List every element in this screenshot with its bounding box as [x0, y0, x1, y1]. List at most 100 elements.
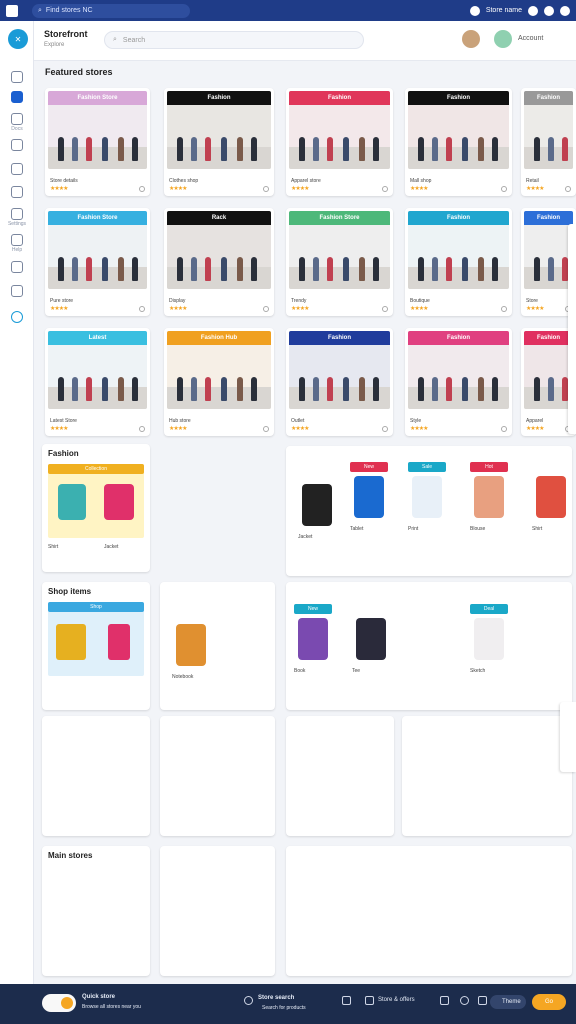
product-tile[interactable]: Deal Sketch	[468, 604, 510, 684]
favorite-icon[interactable]	[263, 186, 269, 192]
store-icon[interactable]	[365, 996, 374, 1005]
product-tile[interactable]: Shirt	[530, 462, 572, 542]
avatar-secondary[interactable]	[494, 30, 512, 48]
brand-logo[interactable]: ✕	[8, 29, 28, 49]
side-edge-scroll[interactable]	[568, 224, 576, 434]
shop-panel-g	[286, 716, 394, 836]
avatar[interactable]	[462, 30, 480, 48]
store-banner: Fashion	[167, 91, 271, 105]
store-card[interactable]: Rack Display ★★★★	[164, 208, 274, 316]
home-icon[interactable]	[11, 71, 23, 83]
lists-icon[interactable]	[11, 139, 23, 151]
shopper-figure	[251, 137, 257, 161]
info-icon[interactable]	[460, 996, 469, 1005]
store-card[interactable]: Fashion Style ★★★★	[405, 328, 512, 436]
product-tile[interactable]: Sale Print	[406, 462, 448, 542]
product-label: Shirt	[532, 526, 543, 532]
favorite-icon[interactable]	[501, 306, 507, 312]
favorite-icon[interactable]	[382, 186, 388, 192]
url-bar[interactable]: ⌕ Find stores NC	[32, 3, 190, 18]
user-icon[interactable]	[560, 5, 570, 16]
favorite-icon[interactable]	[382, 426, 388, 432]
side-edge-panel[interactable]	[560, 702, 576, 772]
store-card[interactable]: Fashion Mall shop ★★★★	[405, 88, 512, 196]
store-card[interactable]: Latest Latest Store ★★★★	[45, 328, 150, 436]
shopper-figure	[72, 137, 78, 161]
account-label[interactable]: Account	[518, 35, 543, 42]
apps-icon[interactable]	[544, 5, 554, 16]
store-card[interactable]: Fashion Store Store details ★★★★	[45, 88, 150, 196]
page-subtitle: Explore	[44, 42, 65, 48]
store-caption: Style	[410, 418, 422, 424]
settings-icon[interactable]	[11, 208, 23, 220]
docs-icon[interactable]	[11, 113, 23, 125]
product-image	[298, 618, 328, 660]
store-card[interactable]: Fashion Store Pure store ★★★★	[45, 208, 150, 316]
grid-icon[interactable]	[342, 996, 351, 1005]
list-icon[interactable]	[11, 234, 23, 246]
mode-toggle[interactable]	[42, 994, 76, 1012]
store-card[interactable]: Fashion Clothes shop ★★★★	[164, 88, 274, 196]
favorite-icon[interactable]	[263, 426, 269, 432]
favorite-icon[interactable]	[139, 306, 145, 312]
app-logo-icon[interactable]	[6, 4, 18, 17]
store-card[interactable]: Fashion Boutique ★★★★	[405, 208, 512, 316]
favorite-icon[interactable]	[382, 306, 388, 312]
shopper-figure	[373, 257, 379, 281]
store-card[interactable]: Fashion Retail ★★★★	[521, 88, 576, 196]
store-card[interactable]: Fashion Store Trendy ★★★★	[286, 208, 393, 316]
store-card[interactable]: Fashion Apparel store ★★★★	[286, 88, 393, 196]
shopper-figure	[132, 377, 138, 401]
bottom-left-sub: Browse all stores near you	[82, 1004, 141, 1010]
favorite-icon[interactable]	[139, 426, 145, 432]
go-button[interactable]: Go	[532, 994, 566, 1010]
product-image	[412, 476, 442, 518]
cloud-icon[interactable]	[11, 285, 23, 297]
favorite-icon[interactable]	[139, 186, 145, 192]
tshirt-icon	[58, 484, 86, 520]
url-text: Find stores NC	[45, 7, 93, 14]
product-tag: Deal	[470, 604, 508, 614]
product-tile[interactable]: New Tablet	[348, 462, 390, 542]
cart-icon[interactable]	[440, 996, 449, 1005]
product-tile[interactable]: Hot Blouse	[468, 462, 510, 542]
product-tile[interactable]: Notebook	[170, 610, 212, 690]
store-icon[interactable]	[469, 5, 480, 16]
bottom-left-title: Quick store	[82, 994, 116, 1000]
shopper-figure	[432, 377, 438, 401]
scan-icon[interactable]	[11, 163, 23, 175]
rating-stars: ★★★★	[169, 306, 187, 312]
bottom-right-text: Store & offers	[378, 997, 415, 1003]
favorite-icon[interactable]	[263, 306, 269, 312]
more-panel-b	[160, 846, 275, 976]
search-input[interactable]: ⌕ Search	[104, 31, 364, 49]
catalog-icon[interactable]	[11, 91, 23, 103]
theme-toggle[interactable]: Theme	[490, 995, 526, 1009]
shopper-figure	[299, 137, 305, 161]
store-caption: Outlet	[291, 418, 305, 424]
settings-icon[interactable]	[478, 996, 487, 1005]
shopper-figure	[118, 137, 124, 161]
search-icon[interactable]	[244, 996, 253, 1005]
bell-icon[interactable]	[528, 5, 538, 16]
store-card[interactable]: Fashion Hub Hub store ★★★★	[164, 328, 274, 436]
fashion-panel: Fashion Collection Shirt Jacket	[42, 444, 150, 572]
shopper-figure	[313, 257, 319, 281]
store-banner: Fashion	[408, 211, 509, 225]
favorite-icon[interactable]	[565, 186, 571, 192]
store-card[interactable]: Fashion Outlet ★★★★	[286, 328, 393, 436]
store-caption: Store details	[50, 178, 78, 184]
chat-icon[interactable]	[11, 261, 23, 273]
product-tile[interactable]: New Book	[292, 604, 334, 684]
product-tile[interactable]: Jacket	[296, 470, 338, 550]
refresh-icon[interactable]	[11, 311, 23, 323]
favorite-icon[interactable]	[501, 426, 507, 432]
store-caption: Hub store	[169, 418, 191, 424]
favorite-icon[interactable]	[501, 186, 507, 192]
sites-icon[interactable]	[11, 186, 23, 198]
store-caption: Clothes shop	[169, 178, 199, 184]
shopper-figure	[327, 257, 333, 281]
rating-stars: ★★★★	[169, 426, 187, 432]
product-tile[interactable]: Tee	[350, 604, 392, 684]
store-image: Rack	[167, 211, 271, 289]
